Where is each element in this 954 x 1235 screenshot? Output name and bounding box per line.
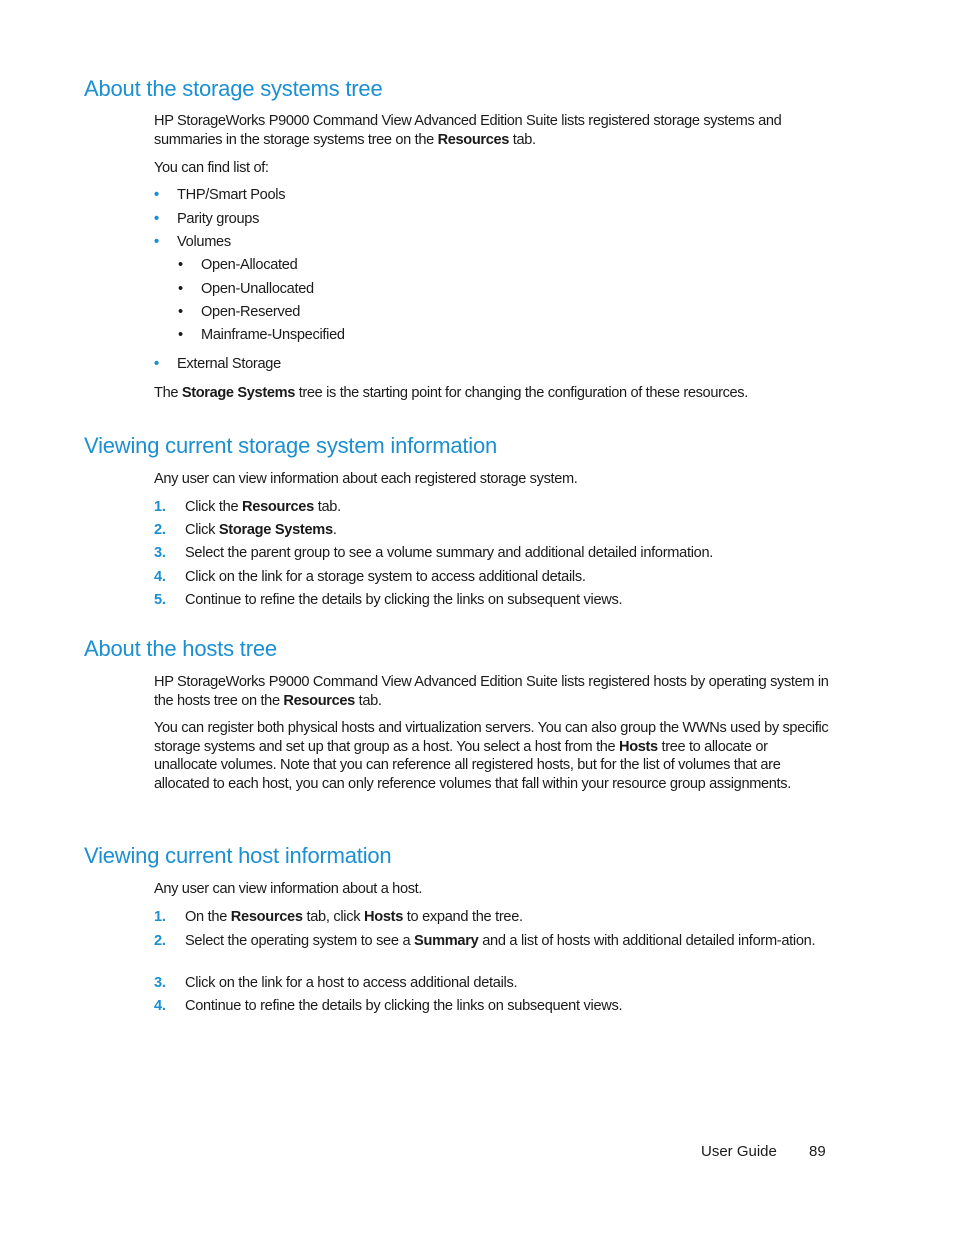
section-heading-viewing-host-info: Viewing current host information	[84, 843, 392, 868]
page-number: 89	[809, 1143, 826, 1160]
bullet-icon: •	[178, 281, 183, 297]
bullet-icon: •	[154, 211, 159, 227]
section-heading-storage-systems-tree: About the storage systems tree	[84, 76, 383, 101]
bullet-icon: •	[154, 234, 159, 250]
section-heading-hosts-tree: About the hosts tree	[84, 636, 277, 661]
storage-info-intro: Any user can view information about each…	[154, 471, 578, 487]
list-intro: You can find list of:	[154, 160, 269, 176]
storage-tree-closing: The Storage Systems tree is the starting…	[154, 385, 748, 401]
hosts-tree-intro: HP StorageWorks P9000 Command View Advan…	[154, 674, 829, 709]
hosts-tree-body: You can register both physical hosts and…	[154, 720, 829, 792]
bullet-icon: •	[154, 187, 159, 203]
storage-tree-intro: HP StorageWorks P9000 Command View Advan…	[154, 113, 782, 148]
bullet-icon: •	[178, 304, 183, 320]
document-page: About the storage systems tree HP Storag…	[0, 0, 954, 1235]
bullet-icon: •	[178, 327, 183, 343]
section-heading-viewing-storage-info: Viewing current storage system informati…	[84, 433, 498, 458]
host-info-intro: Any user can view information about a ho…	[154, 881, 423, 897]
footer-title: User Guide	[701, 1143, 777, 1160]
bullet-icon: •	[154, 356, 159, 372]
bullet-icon: •	[178, 257, 183, 273]
